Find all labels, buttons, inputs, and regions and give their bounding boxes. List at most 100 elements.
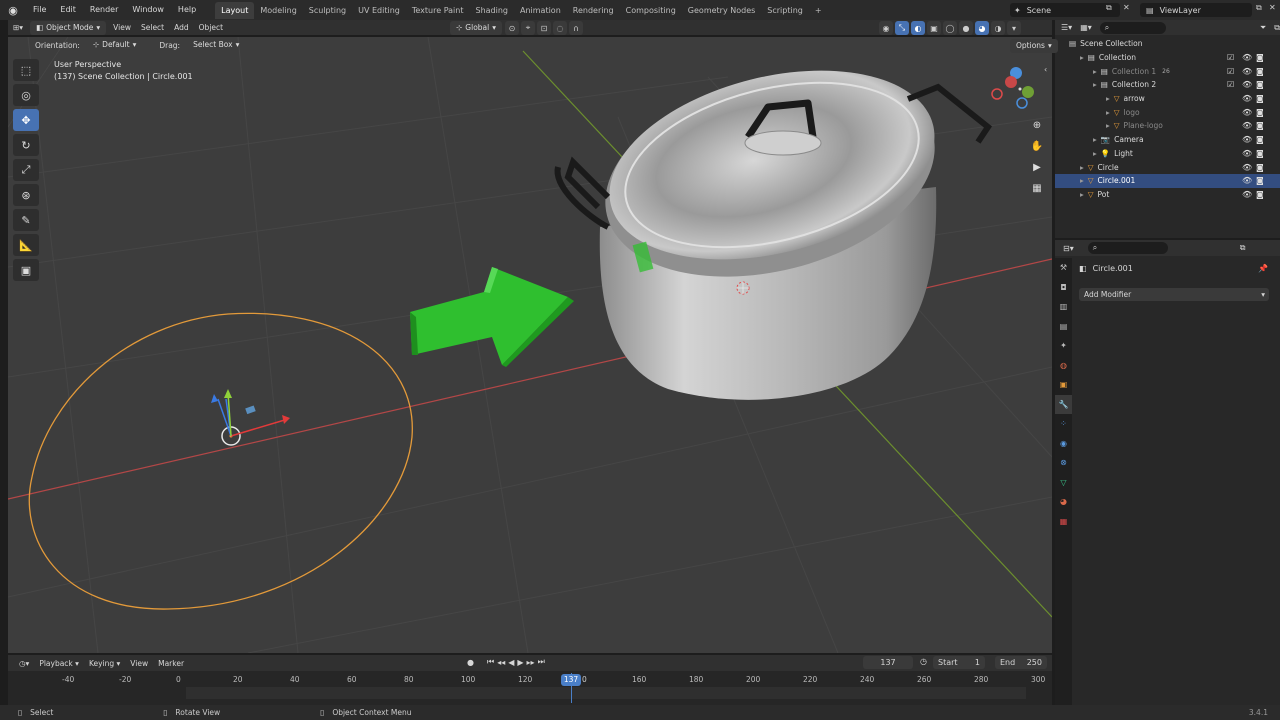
- outliner-search-input[interactable]: ⌕: [1099, 21, 1166, 34]
- tab-shading[interactable]: Shading: [469, 2, 514, 19]
- mode-selector[interactable]: ◧ Object Mode ▾: [30, 20, 107, 35]
- visibility-eye-icon[interactable]: 👁: [1242, 53, 1252, 62]
- display-mode-icon[interactable]: ▦▾: [1080, 23, 1092, 32]
- render-tab-icon[interactable]: ◘: [1055, 278, 1072, 298]
- tool-tab-icon[interactable]: ⚒: [1055, 258, 1072, 278]
- tab-animation[interactable]: Animation: [514, 2, 567, 19]
- editor-type-icon[interactable]: ⊟▾: [1063, 244, 1074, 253]
- jump-start-icon[interactable]: ⏮: [487, 657, 494, 667]
- tab-sculpting[interactable]: Sculpting: [303, 2, 352, 19]
- auto-keying-icon[interactable]: ●: [467, 658, 474, 667]
- outliner-row[interactable]: ▸ ▤ Collection ☑ 👁 ◙: [1055, 51, 1280, 65]
- expand-icon[interactable]: ▸: [1093, 135, 1097, 144]
- expand-icon[interactable]: ▸: [1093, 149, 1097, 158]
- texture-tab-icon[interactable]: ▦: [1055, 512, 1072, 532]
- camera-view-icon[interactable]: ▶: [1027, 157, 1047, 177]
- jump-next-key-icon[interactable]: ▸▸: [527, 658, 535, 667]
- exclude-checkbox-icon[interactable]: ☑: [1227, 53, 1234, 62]
- playhead[interactable]: 137: [561, 674, 581, 686]
- expand-icon[interactable]: ▸: [1080, 176, 1084, 185]
- add-workspace-button[interactable]: +: [809, 2, 828, 19]
- tab-uv-editing[interactable]: UV Editing: [352, 2, 406, 19]
- shading-options-icon[interactable]: ▾: [1007, 21, 1021, 35]
- physics-tab-icon[interactable]: ◉: [1055, 434, 1072, 454]
- cursor-icon[interactable]: ◎: [13, 84, 39, 106]
- menu-edit[interactable]: Edit: [53, 0, 83, 20]
- data-tab-icon[interactable]: ▽: [1055, 473, 1072, 493]
- expand-icon[interactable]: ▸: [1106, 94, 1110, 103]
- visibility-eye-icon[interactable]: 👁: [1242, 176, 1252, 185]
- properties-search-input[interactable]: ⌕: [1087, 242, 1168, 254]
- editor-type-icon[interactable]: ☰▾: [1061, 23, 1072, 32]
- new-view-layer-icon[interactable]: ⧉: [1256, 3, 1262, 13]
- measure-icon[interactable]: 📐: [13, 234, 39, 256]
- overlay-toggle-icon[interactable]: ◐: [911, 21, 925, 35]
- material-tab-icon[interactable]: ◕: [1055, 492, 1072, 512]
- snap-target-icon[interactable]: ⊡: [537, 21, 551, 35]
- output-tab-icon[interactable]: ▥: [1055, 297, 1072, 317]
- render-camera-icon[interactable]: ◙: [1256, 108, 1264, 117]
- outliner-row[interactable]: ▸ ▤ Collection 2 ☑ 👁 ◙: [1055, 78, 1280, 92]
- outliner-row[interactable]: ▸ ▽ logo 👁 ◙: [1055, 105, 1280, 119]
- xray-toggle-icon[interactable]: ▣: [927, 21, 941, 35]
- expand-icon[interactable]: ▸: [1093, 80, 1097, 89]
- add-modifier-button[interactable]: Add Modifier ▾: [1079, 288, 1269, 301]
- scene-tab-icon[interactable]: ✦: [1055, 336, 1072, 356]
- menu-view[interactable]: View: [108, 23, 136, 32]
- menu-timeline-view[interactable]: View: [125, 659, 153, 668]
- constraints-tab-icon[interactable]: ⊗: [1055, 453, 1072, 473]
- exclude-checkbox-icon[interactable]: ☑: [1227, 67, 1234, 76]
- outliner-row[interactable]: ▸ 📷 Camera 👁 ◙: [1055, 133, 1280, 147]
- visibility-selector-icon[interactable]: ◉: [879, 21, 893, 35]
- render-camera-icon[interactable]: ◙: [1256, 190, 1264, 199]
- material-shading-icon[interactable]: ◕: [975, 21, 989, 35]
- outliner-row[interactable]: ▸ ▽ Plane-logo 👁 ◙: [1055, 119, 1280, 133]
- annotate-icon[interactable]: ✎: [13, 209, 39, 231]
- transform-orientation-selector[interactable]: ⊹ Global ▾: [450, 21, 502, 35]
- render-camera-icon[interactable]: ◙: [1256, 53, 1264, 62]
- tab-modeling[interactable]: Modeling: [254, 2, 302, 19]
- expand-icon[interactable]: ▸: [1080, 163, 1084, 172]
- tab-geometry-nodes[interactable]: Geometry Nodes: [682, 2, 761, 19]
- select-box-icon[interactable]: ⬚: [13, 59, 39, 81]
- perspective-toggle-icon[interactable]: ▦: [1027, 178, 1047, 198]
- current-frame-field[interactable]: 137: [863, 656, 913, 669]
- visibility-eye-icon[interactable]: 👁: [1242, 80, 1252, 89]
- jump-prev-key-icon[interactable]: ◂◂: [497, 658, 505, 667]
- outliner-row[interactable]: ▸ ▽ Circle.001 👁 ◙: [1055, 173, 1280, 188]
- menu-select[interactable]: Select: [136, 23, 169, 32]
- tab-texture-paint[interactable]: Texture Paint: [406, 2, 470, 19]
- visibility-eye-icon[interactable]: 👁: [1242, 108, 1252, 117]
- solid-shading-icon[interactable]: ●: [959, 21, 973, 35]
- rendered-shading-icon[interactable]: ◑: [991, 21, 1005, 35]
- particles-tab-icon[interactable]: ⁘: [1055, 414, 1072, 434]
- menu-playback[interactable]: Playback ▾: [34, 659, 84, 668]
- scene-selector[interactable]: ✦ Scene: [1010, 3, 1120, 17]
- outliner-row[interactable]: ▸ ▽ Circle 👁 ◙: [1055, 160, 1280, 174]
- pin-icon[interactable]: 📌: [1258, 264, 1268, 273]
- play-icon[interactable]: ▶: [517, 658, 523, 667]
- tab-layout[interactable]: Layout: [215, 1, 255, 19]
- new-collection-icon[interactable]: ⧉: [1274, 23, 1280, 33]
- expand-icon[interactable]: ▸: [1106, 108, 1110, 117]
- outliner-row[interactable]: ▸ 💡 Light 👁 ◙: [1055, 147, 1280, 161]
- snap-icon[interactable]: ⌖: [521, 21, 535, 35]
- render-camera-icon[interactable]: ◙: [1256, 94, 1264, 103]
- sidebar-toggle-icon[interactable]: ‹: [1044, 65, 1047, 74]
- outliner-row[interactable]: ▸ ▽ arrow 👁 ◙: [1055, 92, 1280, 106]
- menu-add[interactable]: Add: [169, 23, 194, 32]
- pivot-point-icon[interactable]: ⊙: [505, 21, 519, 35]
- render-camera-icon[interactable]: ◙: [1256, 149, 1264, 158]
- delete-view-layer-icon[interactable]: ✕: [1269, 3, 1276, 12]
- render-camera-icon[interactable]: ◙: [1256, 135, 1264, 144]
- visibility-eye-icon[interactable]: 👁: [1242, 135, 1252, 144]
- editor-type-icon[interactable]: ◷▾: [14, 659, 34, 668]
- wireframe-shading-icon[interactable]: ◯: [943, 21, 957, 35]
- tab-scripting[interactable]: Scripting: [761, 2, 809, 19]
- menu-file[interactable]: File: [26, 0, 53, 20]
- new-scene-icon[interactable]: ⧉: [1106, 3, 1112, 13]
- filter-icon[interactable]: ⏷: [1260, 23, 1266, 33]
- gizmo-toggle-icon[interactable]: ⤡: [895, 21, 909, 35]
- add-cube-icon[interactable]: ▣: [13, 259, 39, 281]
- visibility-eye-icon[interactable]: 👁: [1242, 163, 1252, 172]
